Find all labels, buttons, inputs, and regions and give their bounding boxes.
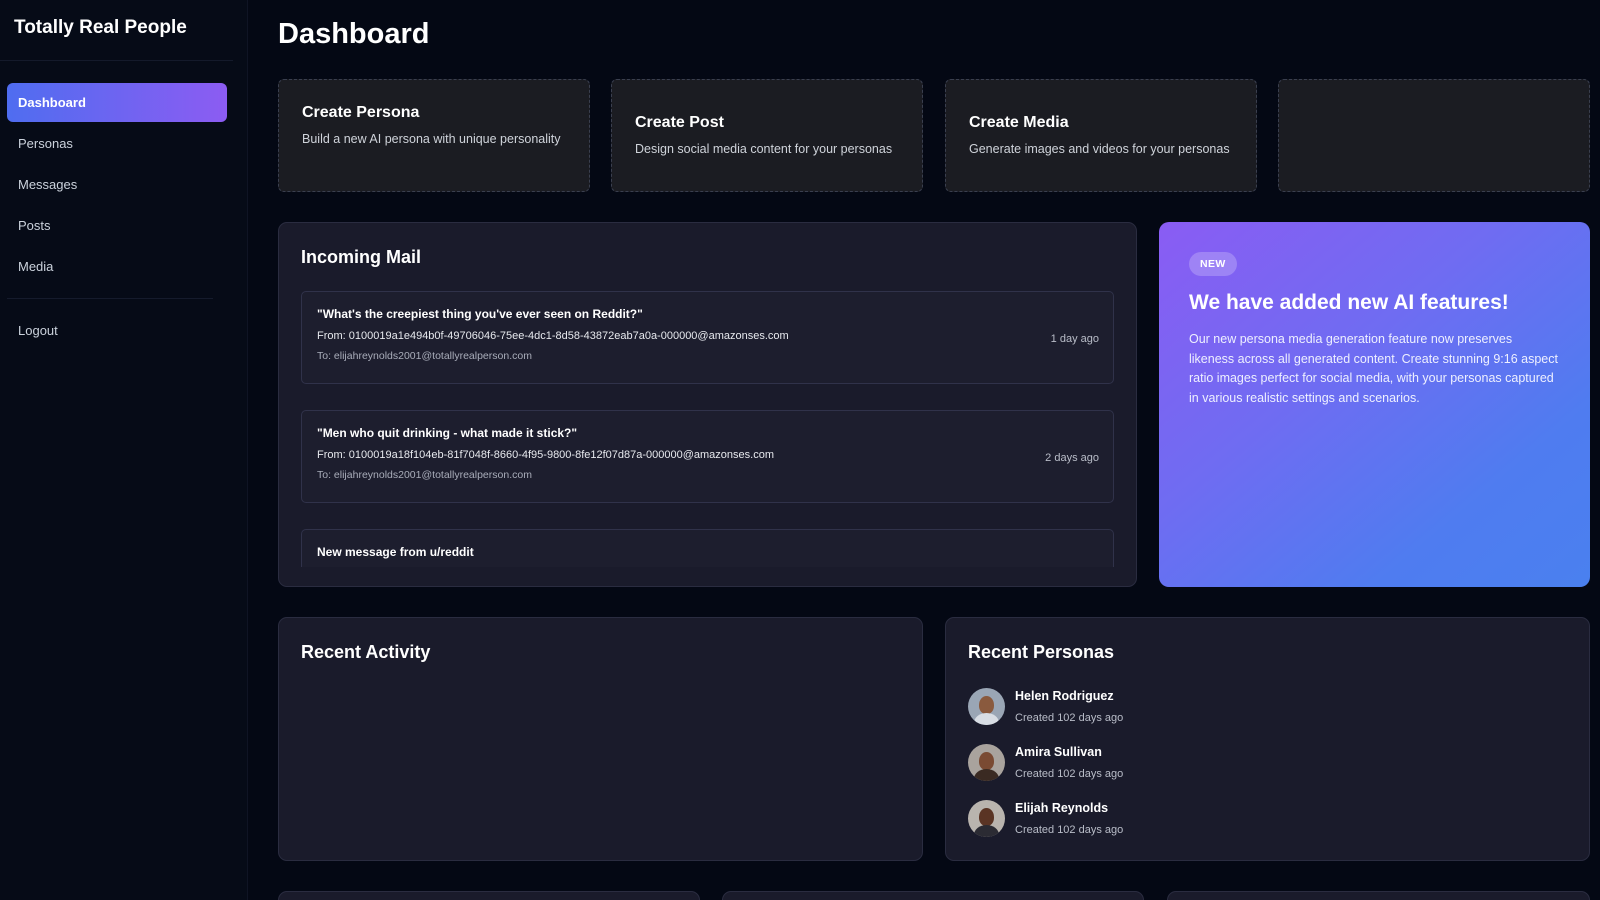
- sidebar-nav: Dashboard Personas Messages Posts Media …: [0, 61, 247, 350]
- incoming-mail-title: Incoming Mail: [301, 247, 422, 267]
- bottom-card: [722, 891, 1144, 900]
- persona-item[interactable]: Amira Sullivan Created 102 days ago: [968, 734, 1567, 790]
- mail-time: 2 days ago: [1045, 452, 1099, 464]
- bottom-card: [278, 891, 700, 900]
- persona-created: Created 102 days ago: [1015, 823, 1124, 836]
- page-title: Dashboard: [278, 18, 430, 50]
- sidebar-item-messages[interactable]: Messages: [7, 165, 227, 204]
- persona-name: Elijah Reynolds: [1015, 800, 1109, 815]
- mail-list[interactable]: "What's the creepiest thing you've ever …: [301, 291, 1114, 567]
- app-title: Totally Real People: [0, 0, 233, 61]
- promo-text: Our new persona media generation feature…: [1189, 332, 1558, 405]
- recent-personas-title: Recent Personas: [968, 642, 1115, 662]
- create-persona-description: Build a new AI persona with unique perso…: [302, 132, 561, 146]
- persona-item[interactable]: Elijah Reynolds Created 102 days ago: [968, 790, 1567, 846]
- app-root: Totally Real People Dashboard Personas M…: [0, 0, 1600, 900]
- incoming-mail-panel: Incoming Mail "What's the creepiest thin…: [278, 222, 1137, 587]
- create-media-title: Create Media: [969, 113, 1069, 131]
- mail-from: From: 0100019a1e494b0f-49706046-75ee-4dc…: [317, 330, 789, 342]
- mail-subject: "What's the creepiest thing you've ever …: [317, 307, 643, 321]
- create-media-description: Generate images and videos for your pers…: [969, 141, 1230, 156]
- mail-subject: "Men who quit drinking - what made it st…: [317, 426, 578, 440]
- avatar: [968, 799, 1005, 837]
- create-persona-card[interactable]: Create Persona Build a new AI persona wi…: [278, 79, 590, 192]
- avatar: [968, 687, 1005, 725]
- persona-list: Helen Rodriguez Created 102 days ago Ami…: [968, 678, 1567, 846]
- persona-name: Amira Sullivan: [1015, 744, 1102, 759]
- new-features-banner: NEW We have added new AI features! Our n…: [1159, 222, 1590, 587]
- sidebar-item-media[interactable]: Media: [7, 247, 227, 286]
- create-persona-title: Create Persona: [302, 104, 420, 121]
- mail-item[interactable]: New message from u/reddit: [301, 529, 1114, 567]
- new-badge: NEW: [1189, 252, 1237, 276]
- avatar: [968, 743, 1005, 781]
- mail-time: 1 day ago: [1050, 333, 1099, 345]
- logout-button[interactable]: Logout: [7, 311, 227, 350]
- create-post-title: Create Post: [635, 113, 724, 131]
- bottom-card: [1167, 891, 1590, 900]
- mail-item[interactable]: "Men who quit drinking - what made it st…: [301, 410, 1114, 503]
- mail-to: To: elijahreynolds2001@totallyrealperson…: [317, 469, 532, 481]
- recent-activity-panel: Recent Activity: [278, 617, 923, 861]
- mail-to: To: elijahreynolds2001@totallyrealperson…: [317, 350, 532, 362]
- sidebar: Totally Real People Dashboard Personas M…: [0, 0, 248, 900]
- persona-item[interactable]: Helen Rodriguez Created 102 days ago: [968, 678, 1567, 734]
- empty-action-card[interactable]: [1278, 79, 1590, 192]
- sidebar-divider: [7, 298, 213, 299]
- sidebar-item-personas[interactable]: Personas: [7, 124, 227, 163]
- persona-created: Created 102 days ago: [1015, 711, 1124, 724]
- persona-created: Created 102 days ago: [1015, 767, 1124, 780]
- sidebar-item-dashboard[interactable]: Dashboard: [7, 83, 227, 122]
- sidebar-item-posts[interactable]: Posts: [7, 206, 227, 245]
- create-post-card[interactable]: Create Post Design social media content …: [611, 79, 923, 192]
- mail-item[interactable]: "What's the creepiest thing you've ever …: [301, 291, 1114, 384]
- persona-name: Helen Rodriguez: [1015, 688, 1114, 703]
- mail-subject: New message from u/reddit: [317, 545, 474, 559]
- create-media-card[interactable]: Create Media Generate images and videos …: [945, 79, 1257, 192]
- create-post-description: Design social media content for your per…: [635, 141, 893, 156]
- recent-personas-panel: Recent Personas Helen Rodriguez Created …: [945, 617, 1590, 861]
- mail-from: From: 0100019a18f104eb-81f7048f-8660-4f9…: [317, 449, 774, 461]
- recent-activity-title: Recent Activity: [301, 642, 431, 662]
- promo-title: We have added new AI features!: [1189, 291, 1509, 314]
